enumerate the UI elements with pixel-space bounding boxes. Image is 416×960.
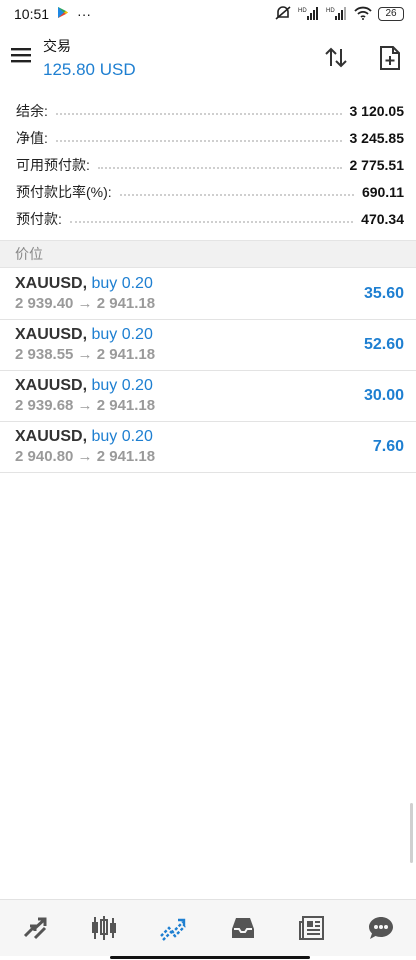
position-profit: 35.60 <box>363 285 404 302</box>
page-title: 交易 <box>43 38 71 54</box>
summary-value: 3 245.85 <box>349 129 405 146</box>
title-block: 交易 125.80 USD <box>43 36 136 80</box>
position-header: XAUUSD, buy 0.20 <box>15 428 153 445</box>
position-side: buy 0.20 <box>91 275 153 292</box>
section-title: 价位 <box>15 246 43 262</box>
dotted-leader <box>97 166 342 169</box>
position-symbol: XAUUSD <box>15 377 83 394</box>
position-profit: 30.00 <box>363 387 404 404</box>
position-prices: 2 938.55 → 2 941.18 <box>15 346 156 363</box>
battery-indicator: 26 <box>378 7 404 21</box>
summary-row-balance: 结余: 3 120.05 <box>0 97 416 124</box>
status-bar: 10:51 ··· HD HD 26 <box>0 0 416 28</box>
summary-value: 3 120.05 <box>349 102 405 119</box>
summary-label: 结余: <box>16 102 48 119</box>
nav-candlestick-chart-icon[interactable] <box>84 908 124 948</box>
svg-text:HD: HD <box>298 8 307 14</box>
dotted-leader <box>55 112 342 115</box>
nav-chat-bubble-icon[interactable] <box>361 908 401 948</box>
mute-alarm-icon <box>274 5 292 24</box>
summary-row-free-margin: 可用预付款: 2 775.51 <box>0 151 416 178</box>
bottom-navigation <box>0 899 416 956</box>
summary-value: 690.11 <box>361 183 404 200</box>
summary-label: 净值: <box>16 129 48 146</box>
nav-inbox-icon[interactable] <box>223 908 263 948</box>
clock: 10:51 <box>14 6 50 22</box>
nav-news-icon[interactable] <box>292 908 332 948</box>
account-balance: 125.80 USD <box>43 60 136 79</box>
hamburger-menu-icon[interactable] <box>10 46 34 70</box>
position-header: XAUUSD, buy 0.20 <box>15 275 153 292</box>
position-header: XAUUSD, buy 0.20 <box>15 377 153 394</box>
svg-text:HD: HD <box>326 8 335 14</box>
summary-label: 可用预付款: <box>16 156 90 173</box>
position-prices: 2 940.80 → 2 941.18 <box>15 448 156 465</box>
nav-quotes-arrows-icon[interactable] <box>15 908 55 948</box>
more-notifications: ··· <box>77 6 92 22</box>
summary-value: 2 775.51 <box>349 156 405 173</box>
summary-label: 预付款: <box>16 210 62 227</box>
position-side: buy 0.20 <box>91 428 153 445</box>
position-symbol: XAUUSD <box>15 275 83 292</box>
sort-arrows-icon[interactable] <box>322 44 350 72</box>
position-header: XAUUSD, buy 0.20 <box>15 326 153 343</box>
position-symbol: XAUUSD <box>15 326 83 343</box>
summary-row-equity: 净值: 3 245.85 <box>0 124 416 151</box>
positions-list: XAUUSD, buy 0.20 2 939.40 → 2 941.18 35.… <box>0 269 416 473</box>
position-row[interactable]: XAUUSD, buy 0.20 2 939.40 → 2 941.18 35.… <box>0 269 416 320</box>
dotted-leader <box>55 139 342 142</box>
play-store-icon <box>57 6 69 22</box>
app-header: 交易 125.80 USD <box>0 32 416 88</box>
signal-hd-1-icon: HD <box>298 6 320 23</box>
account-summary: 结余: 3 120.05 净值: 3 245.85 可用预付款: 2 775.5… <box>0 97 416 232</box>
position-profit: 7.60 <box>372 438 404 455</box>
dotted-leader <box>119 193 354 196</box>
wifi-icon <box>354 6 372 23</box>
position-prices: 2 939.68 → 2 941.18 <box>15 397 156 414</box>
position-row[interactable]: XAUUSD, buy 0.20 2 939.68 → 2 941.18 30.… <box>0 371 416 422</box>
position-row[interactable]: XAUUSD, buy 0.20 2 940.80 → 2 941.18 7.6… <box>0 422 416 473</box>
position-row[interactable]: XAUUSD, buy 0.20 2 938.55 → 2 941.18 52.… <box>0 320 416 371</box>
position-side: buy 0.20 <box>91 377 153 394</box>
signal-hd-2-icon: HD <box>326 6 348 23</box>
position-side: buy 0.20 <box>91 326 153 343</box>
new-order-icon[interactable] <box>378 44 404 72</box>
scrollbar-thumb[interactable] <box>410 803 413 863</box>
positions-section-header: 价位 <box>0 240 416 268</box>
trade-screen: 10:51 ··· HD HD 26 交易 125.80 USD 结余: 3 1… <box>0 0 416 960</box>
position-prices: 2 939.40 → 2 941.18 <box>15 295 156 312</box>
nav-trade-trend-icon[interactable] <box>153 908 193 948</box>
summary-row-margin-level: 预付款比率(%): 690.11 <box>0 178 416 205</box>
position-profit: 52.60 <box>363 336 404 353</box>
summary-row-margin: 预付款: 470.34 <box>0 205 416 232</box>
summary-value: 470.34 <box>361 210 404 227</box>
dotted-leader <box>69 220 354 223</box>
position-symbol: XAUUSD <box>15 428 83 445</box>
summary-label: 预付款比率(%): <box>16 183 112 200</box>
gesture-bar[interactable] <box>110 956 310 959</box>
